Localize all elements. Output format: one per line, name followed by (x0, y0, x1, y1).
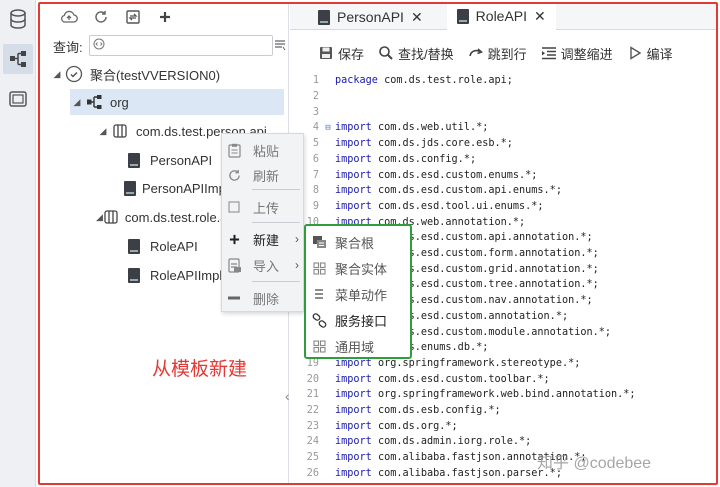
highlight-frame (38, 2, 718, 485)
annotation-text: 从模板新建 (152, 359, 248, 380)
database-icon[interactable] (3, 4, 33, 34)
window-icon[interactable] (3, 84, 33, 114)
watermark: 知乎 @codebee (537, 455, 652, 472)
module-tree-icon[interactable] (3, 44, 33, 74)
left-icon-rail (0, 0, 36, 487)
